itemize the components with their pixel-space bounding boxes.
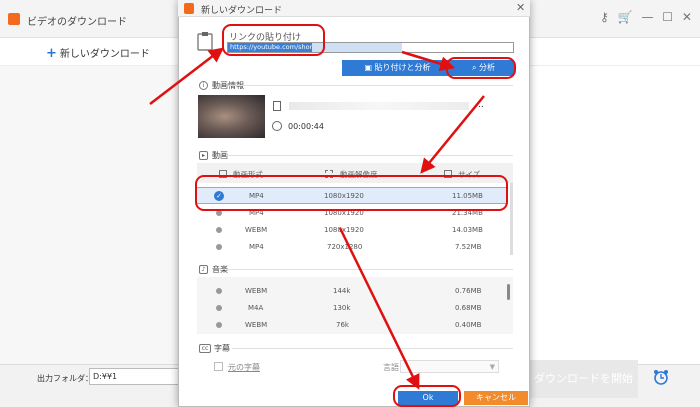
maximize-icon[interactable]: ☐ [662,10,673,28]
language-select[interactable]: ▼ [400,360,499,373]
dialog-logo-icon [184,3,194,14]
paste-analyze-button[interactable]: ▣ 貼り付けと分析 [342,60,453,76]
annotation-link-box [222,24,325,56]
divider [226,269,513,270]
row-resolution: 1080x1920 [324,226,364,234]
new-download-button[interactable]: + 新しいダウンロード [46,45,150,61]
clock-icon [272,121,282,131]
row-size: 0.76MB [455,287,482,295]
radio-dot-icon [216,322,222,328]
radio-dot-icon [216,305,222,311]
video-row[interactable]: MP4 720x1280 7.52MB [197,239,507,256]
main-window-title: ビデオのダウンロード [27,17,127,28]
new-download-label: 新しいダウンロード [59,49,150,60]
row-bitrate: 144k [333,287,351,295]
download-list-panel [0,66,190,364]
video-title-blurred [289,102,469,110]
cancel-button[interactable]: キャンセル [464,391,528,405]
file-icon [273,101,281,111]
divider [228,85,513,86]
chevron-down-icon: ▼ [489,363,495,371]
audio-row[interactable]: WEBM 144k 0.76MB [197,283,507,300]
video-row[interactable]: WEBM 1080x1920 14.03MB [197,222,507,239]
plus-icon: + [46,46,57,61]
radio-dot-icon [216,244,222,250]
url-selection-highlight [312,43,402,52]
row-format: WEBM [245,287,268,295]
key-icon[interactable]: ⚷ [600,10,609,28]
annotation-analyze-box [446,57,516,79]
row-format: WEBM [245,226,268,234]
radio-dot-icon [216,288,222,294]
annotation-ok-box [393,385,461,407]
cc-icon: cc [199,344,211,353]
video-duration: 00:00:44 [288,122,324,131]
music-icon: ♪ [199,265,208,274]
original-subtitle-label: 元の字幕 [228,363,260,372]
row-size: 0.40MB [455,321,482,329]
section-subtitle: 字幕 [214,344,230,353]
divider [226,155,513,156]
row-bitrate: 76k [336,321,349,329]
row-size: 0.68MB [455,304,482,312]
app-logo-icon [8,13,20,25]
video-thumbnail [198,95,265,138]
dialog-title: 新しいダウンロード [201,6,283,16]
clipboard-icon [197,32,213,51]
divider [232,348,513,349]
language-label: 言語 [383,363,399,372]
row-bitrate: 130k [333,304,351,312]
paste-icon: ▣ [364,63,375,72]
paste-analyze-label: 貼り付けと分析 [374,63,431,72]
row-size: 14.03MB [452,226,483,234]
main-right-area [530,66,700,364]
info-icon: i [199,81,208,90]
annotation-row-box [195,175,508,211]
audio-row[interactable]: WEBM 76k 0.40MB [197,317,507,334]
start-download-button[interactable]: ダウンロードを開始 [528,360,638,398]
radio-dot-icon [216,227,222,233]
video-scrollbar[interactable] [510,183,513,255]
audio-row[interactable]: M4A 130k 0.68MB [197,300,507,317]
video-title: .. [478,100,484,110]
row-format: MP4 [249,243,264,251]
row-size: 7.52MB [455,243,482,251]
original-subtitle-checkbox[interactable] [214,362,223,371]
output-folder-label: 出力フォルダ： [37,374,93,383]
dialog-close-icon[interactable]: ✕ [516,1,525,14]
cart-icon[interactable]: 🛒 [618,10,633,28]
alarm-clock-icon[interactable] [652,368,670,386]
row-format: WEBM [245,321,268,329]
window-controls: ⚷ 🛒 — ☐ ✕ [600,10,692,28]
close-icon[interactable]: ✕ [682,10,692,28]
audio-scrollbar[interactable] [507,284,510,300]
row-format: M4A [248,304,264,312]
minimize-icon[interactable]: — [641,10,653,28]
row-resolution: 720x1280 [327,243,363,251]
video-section-icon: ▸ [199,151,208,160]
